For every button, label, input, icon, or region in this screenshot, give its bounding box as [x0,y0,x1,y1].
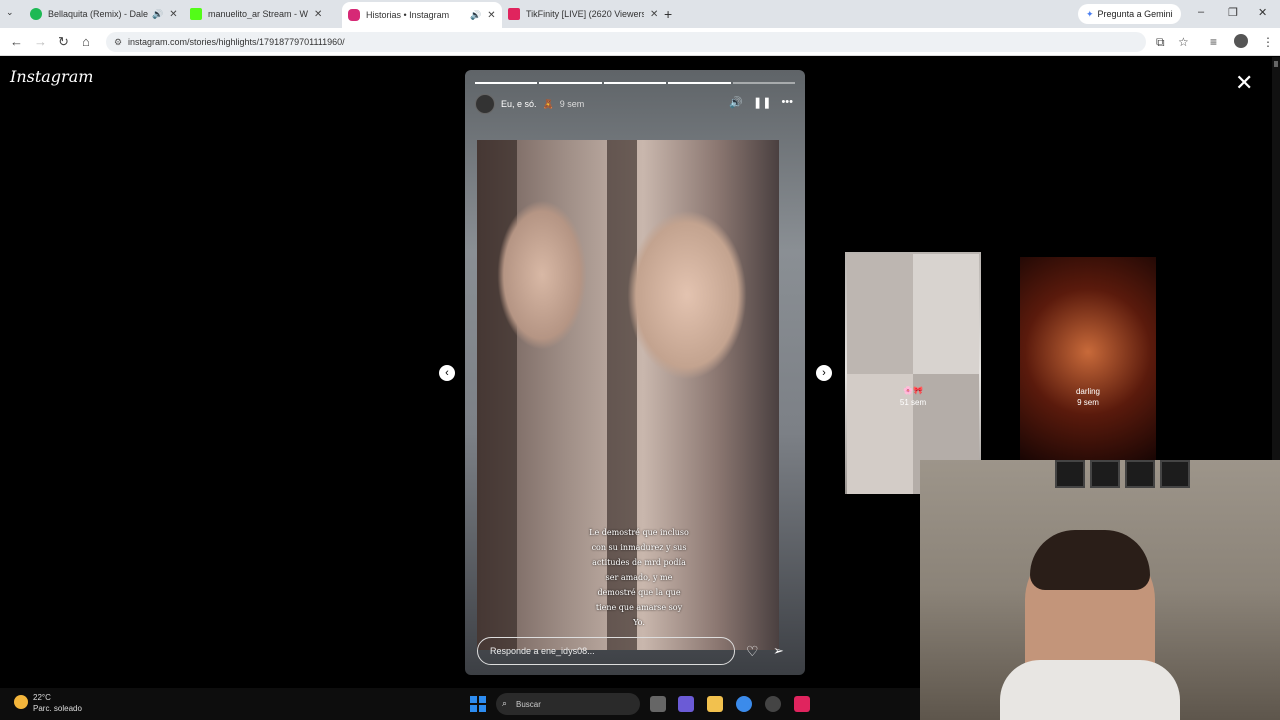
install-app-icon[interactable]: ⧉ [1156,35,1165,50]
preview-photo [913,254,979,374]
menu-dots-icon[interactable]: ⋮ [1262,35,1274,49]
url-field[interactable]: ⚙ instagram.com/stories/highlights/17918… [106,32,1146,52]
streamer-hair [1030,530,1150,590]
webcam-overlay [920,460,1280,720]
tab-search-icon[interactable]: ≡ [1210,35,1217,49]
restore-icon[interactable]: ❐ [1228,6,1238,19]
story-header: Eu, e só. 🧸 9 sem [475,94,584,114]
wall-frame [1160,460,1190,488]
like-heart-icon[interactable]: ♡ [746,643,759,660]
close-icon[interactable]: ✕ [1235,70,1253,96]
reload-icon[interactable]: ↻ [58,34,69,50]
home-icon[interactable]: ⌂ [82,34,90,49]
weather-temp[interactable]: 22°C [33,693,51,702]
bookmark-star-icon[interactable]: ☆ [1178,35,1189,49]
story-caption: Le demostré que incluso con su inmadurez… [589,528,689,627]
back-icon[interactable]: ← [10,34,23,49]
tab-title: Bellaquita (Remix) - Dalex, L [48,9,148,19]
volume-icon[interactable]: 🔊 [729,96,743,109]
streamer-shirt [1000,660,1180,720]
taskbar-search[interactable]: ⌕ Buscar [496,693,640,715]
close-tab-icon[interactable]: ✕ [650,9,658,20]
weather-icon[interactable] [14,695,28,709]
wall-frame [1055,460,1085,488]
file-explorer-icon[interactable] [707,696,723,712]
scroll-thumb[interactable] [1274,61,1278,67]
photo-detail [627,210,747,380]
tab-kick[interactable]: manuelito_ar Stream - Watch Li ✕ [184,4,328,24]
story-time: 9 sem [559,99,585,109]
task-view-icon[interactable] [650,696,666,712]
close-window-icon[interactable]: ✕ [1258,6,1267,19]
photo-detail [497,200,587,350]
reply-input[interactable]: Responde a ene_idys08... [477,637,735,665]
tiktok-icon[interactable] [794,696,810,712]
close-tab-icon[interactable]: ✕ [314,9,322,20]
story-image: Le demostré que incluso con su inmadurez… [477,140,779,650]
story-controls: 🔊 ❚❚ ••• [729,96,793,109]
site-info-icon[interactable]: ⚙ [114,37,122,48]
taskbar: 22°C Parc. soleado ⌕ Buscar [0,688,920,720]
progress-segment [603,82,667,84]
forward-icon[interactable]: → [34,34,47,49]
progress-segment [475,82,538,84]
next-story-chevron-icon[interactable]: › [816,365,832,381]
progress-segment [732,82,796,84]
gemini-icon: ✦ [1086,8,1094,19]
kick-icon [190,8,202,20]
tab-title: Historias • Instagram [366,10,450,20]
avatar[interactable] [475,94,495,114]
preview-time: 51 sem [899,398,927,407]
speaker-icon[interactable]: 🔊 [470,10,481,21]
tab-list-chevron-icon[interactable]: ⌄ [6,7,14,18]
teams-icon[interactable] [678,696,694,712]
preview-photo [847,254,913,374]
story-viewer[interactable]: Eu, e só. 🧸 9 sem 🔊 ❚❚ ••• Le demostré q… [465,70,805,675]
preview-time: 9 sem [1077,398,1099,407]
weather-desc[interactable]: Parc. soleado [33,704,82,713]
story-username[interactable]: Eu, e só. [501,99,537,109]
progress-segment [668,82,731,84]
preview-label: darling [1075,387,1100,396]
scrollbar[interactable] [1272,57,1280,517]
more-options-icon[interactable]: ••• [781,96,793,109]
spotify-icon [30,8,42,20]
chrome-icon[interactable] [736,696,752,712]
obs-icon[interactable] [765,696,781,712]
previous-story-chevron-icon[interactable]: ‹ [439,365,455,381]
tab-title: manuelito_ar Stream - Watch Li [208,9,308,19]
close-tab-icon[interactable]: ✕ [169,9,177,20]
search-placeholder: Buscar [516,699,541,709]
tab-instagram[interactable]: Historias • Instagram 🔊 ✕ [342,2,502,28]
search-icon: ⌕ [502,698,508,708]
instagram-logo[interactable]: Instagram [10,67,93,86]
address-bar-row: ← → ↻ ⌂ ⚙ instagram.com/stories/highligh… [0,28,1280,56]
tab-spotify[interactable]: Bellaquita (Remix) - Dalex, L 🔊 ✕ [24,4,184,24]
next-story-preview[interactable]: darling 9 sem [1020,257,1156,494]
next-story-preview[interactable]: 🌸🎀 51 sem [845,252,981,494]
story-progress [475,82,796,84]
windows-start-icon[interactable] [470,696,486,712]
browser-tab-bar: ⌄ Bellaquita (Remix) - Dalex, L 🔊 ✕ manu… [0,0,1280,28]
profile-avatar[interactable] [1234,34,1248,48]
tab-tikfinity[interactable]: TikFinity [LIVE] (2620 Viewers) ✕ [502,4,664,24]
gemini-button[interactable]: ✦ Pregunta a Gemini [1078,4,1181,24]
wall-frame [1125,460,1155,488]
wall-frame [1090,460,1120,488]
new-tab-icon[interactable]: + [664,6,672,22]
progress-segment [539,82,602,84]
speaker-icon[interactable]: 🔊 [152,9,163,20]
send-icon[interactable]: ➢ [773,643,784,659]
url-text: instagram.com/stories/highlights/1791877… [128,37,345,47]
tikfinity-icon [508,8,520,20]
pause-icon[interactable]: ❚❚ [753,96,771,109]
tab-title: TikFinity [LIVE] (2620 Viewers) [526,9,644,19]
gemini-label: Pregunta a Gemini [1097,9,1173,19]
close-tab-icon[interactable]: ✕ [487,10,495,21]
story-emoji: 🧸 [542,98,554,109]
instagram-icon [348,9,360,21]
minimize-icon[interactable]: – [1198,6,1204,18]
preview-label: 🌸🎀 [903,386,923,395]
